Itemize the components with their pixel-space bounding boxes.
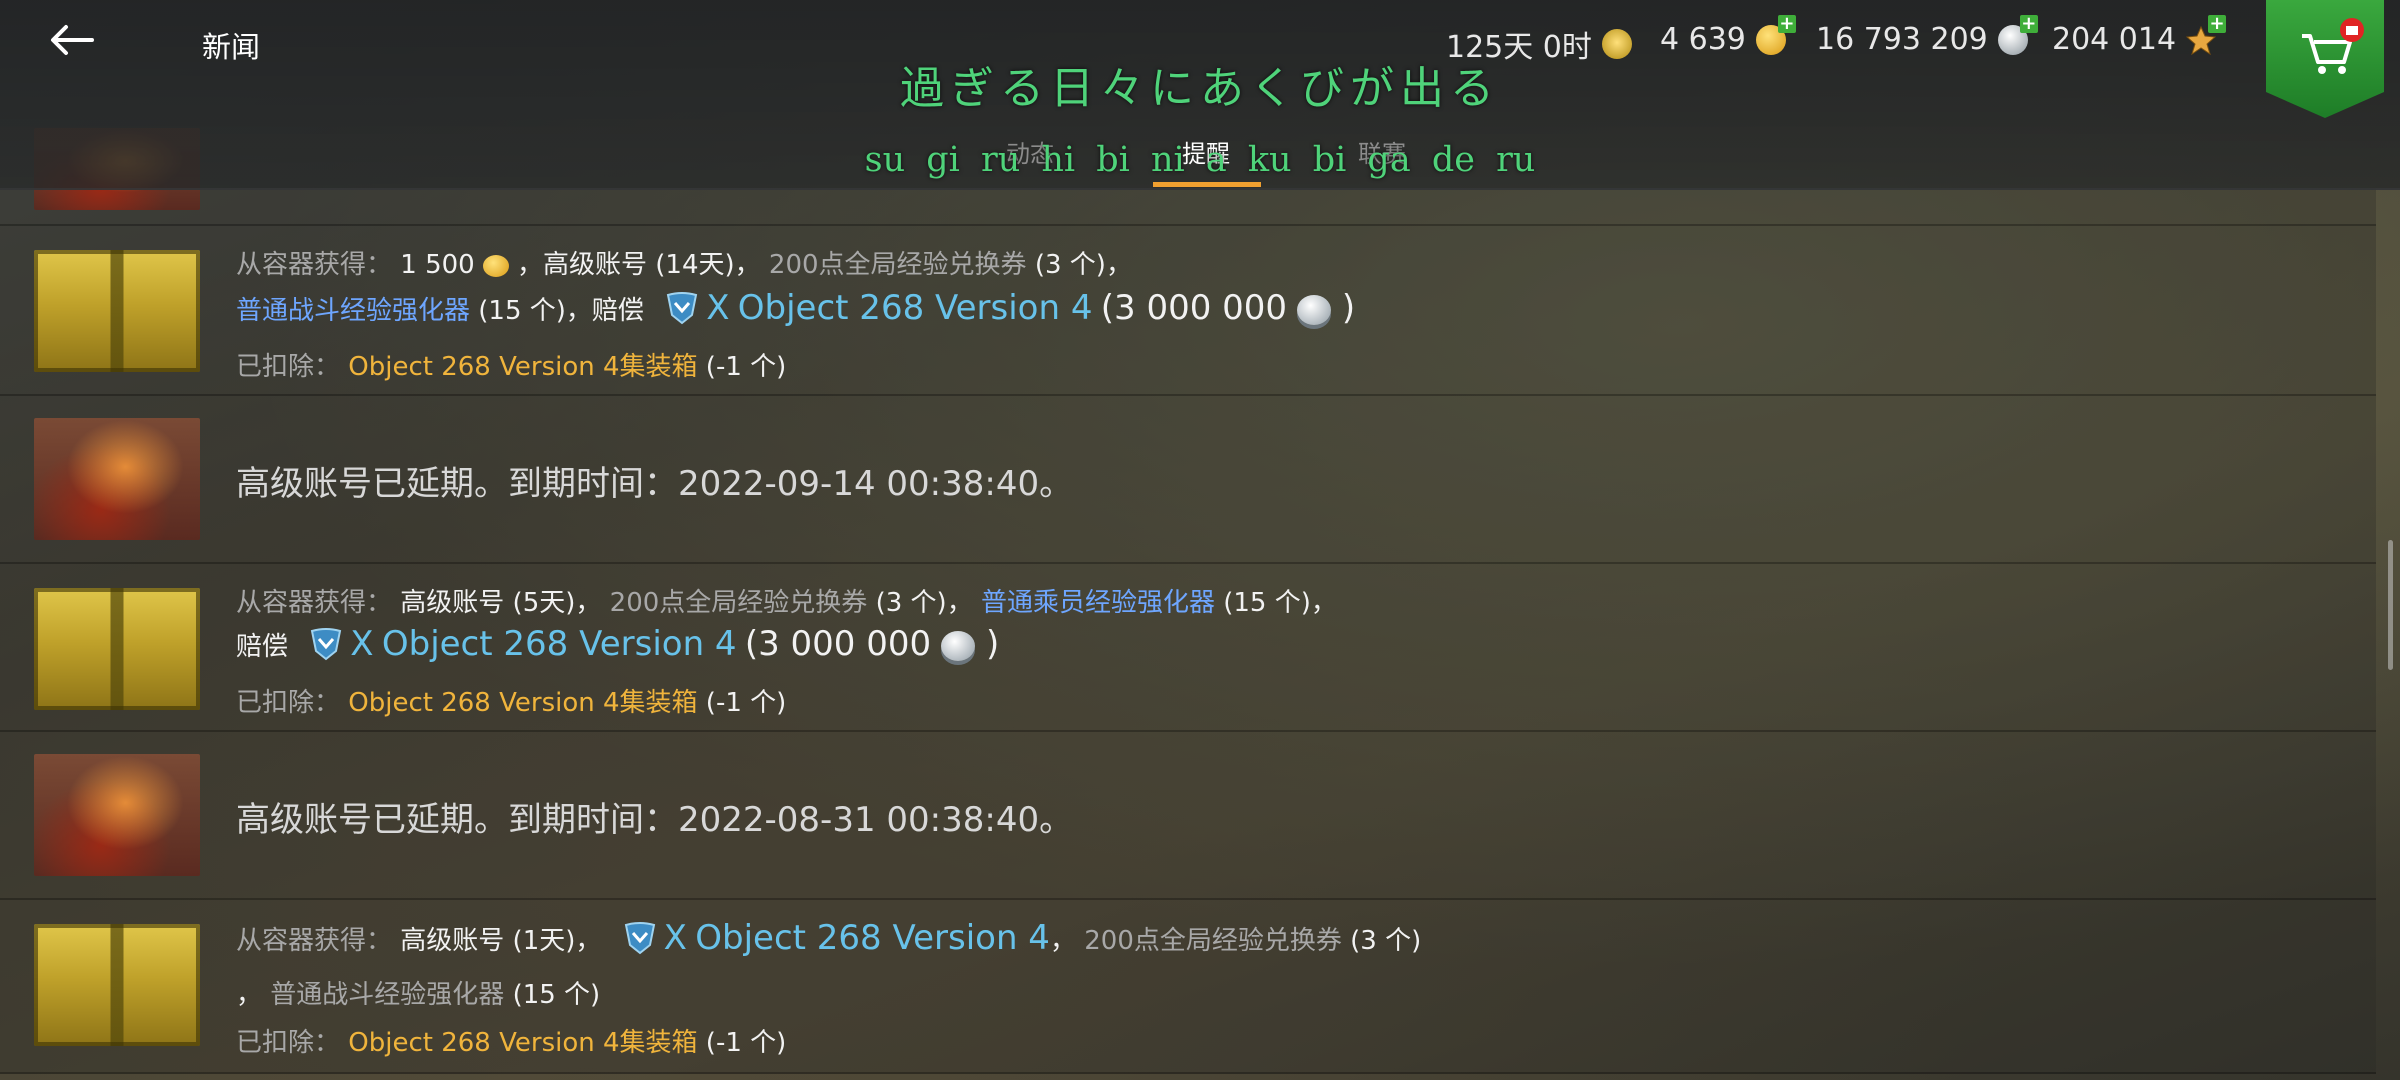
notification-line: 从容器获得： 1 500 ，高级账号 (14天)， 200点全局经验兑换券 (3… — [236, 250, 1132, 280]
list-item[interactable]: 从容器获得： 1 500 ，高级账号 (14天)， 200点全局经验兑换券 (3… — [0, 226, 2376, 396]
notification-line: ， 普通战斗经验强化器 (15 个) — [236, 980, 601, 1010]
notification-line: 普通战斗经验强化器 (15 个)，赔偿 X Object 268 Version… — [236, 288, 1355, 332]
notification-line: 已扣除： Object 268 Version 4集装箱 (-1 个) — [236, 352, 787, 382]
notification-line: 已扣除： Object 268 Version 4集装箱 (-1 个) — [236, 688, 787, 718]
tab-activity[interactable]: 动态 — [1006, 134, 1054, 169]
top-bar: 新闻 125天 0时 4 639 + 16 793 209 + 204 014 … — [0, 0, 2400, 190]
premium-extended-text: 高级账号已延期。到期时间：2022-08-31 00:38:40。 — [236, 800, 1074, 840]
gold-coin-icon — [482, 254, 509, 277]
notification-line: 从容器获得： 高级账号 (5天)， 200点全局经验兑换券 (3 个)， 普通乘… — [236, 588, 1337, 618]
back-arrow-icon — [51, 25, 94, 55]
vehicle-name: Object 268 Version 4 — [737, 288, 1093, 328]
list-item[interactable] — [0, 128, 2376, 226]
active-tab-indicator — [1153, 182, 1261, 187]
silver-coin-icon — [941, 630, 976, 661]
premium-laurel-icon — [1601, 29, 1632, 59]
premium-tank-image — [34, 754, 200, 876]
notification-line: 从容器获得： 高级账号 (1天)， X Object 268 Version 4… — [236, 918, 1421, 962]
tab-league[interactable]: 联赛 — [1358, 134, 1406, 169]
free-xp-value: 204 014 — [2052, 22, 2177, 57]
page-title: 新闻 — [202, 30, 261, 64]
gold-coin-icon: + — [1755, 14, 1796, 55]
vehicle-name: Object 268 Version 4 — [381, 624, 737, 664]
star-icon: + — [2185, 14, 2227, 55]
premium-time-stat[interactable]: 125天 0时 — [1446, 22, 1632, 66]
credits-value: 16 793 209 — [1816, 22, 1988, 57]
vehicle-tier-badge-icon — [306, 627, 346, 668]
notification-line: 已扣除： Object 268 Version 4集装箱 (-1 个) — [236, 1028, 787, 1058]
credits-stat[interactable]: 16 793 209 + — [1816, 14, 2038, 57]
vehicle-name: Object 268 Version 4 — [695, 918, 1050, 958]
notification-line: 赔偿 X Object 268 Version 4 (3 000 000 ) — [236, 624, 999, 668]
list-item[interactable]: 高级账号已延期。到期时间：2022-09-14 00:38:40。 — [0, 396, 2376, 564]
add-free-xp-icon[interactable]: + — [2208, 14, 2227, 33]
free-xp-stat[interactable]: 204 014 + — [2052, 14, 2227, 57]
vehicle-tier-badge-icon — [620, 921, 660, 962]
shop-button[interactable] — [2266, 0, 2384, 118]
silver-coin-icon — [1297, 294, 1332, 325]
list-item[interactable]: 从容器获得： 高级账号 (1天)， X Object 268 Version 4… — [0, 900, 2376, 1074]
container-crate-image — [34, 250, 200, 372]
silver-coin-icon: + — [1997, 14, 2038, 55]
vehicle-tier-badge-icon — [662, 291, 702, 332]
tab-reminders[interactable]: 提醒 — [1182, 134, 1230, 169]
scrollbar-thumb[interactable] — [2388, 540, 2393, 670]
list-item[interactable]: 从容器获得： 高级账号 (5天)， 200点全局经验兑换券 (3 个)， 普通乘… — [0, 564, 2376, 732]
add-gold-icon[interactable]: + — [1777, 14, 1796, 33]
gold-stat[interactable]: 4 639 + — [1660, 14, 1796, 57]
premium-extended-text: 高级账号已延期。到期时间：2022-09-14 00:38:40。 — [236, 464, 1074, 504]
container-crate-image — [34, 924, 200, 1046]
back-button[interactable] — [48, 18, 108, 62]
premium-time-value: 125天 0时 — [1446, 30, 1592, 65]
premium-tank-image — [34, 418, 200, 540]
gold-value: 4 639 — [1660, 22, 1746, 57]
list-item[interactable]: 高级账号已延期。到期时间：2022-08-31 00:38:40。 — [0, 732, 2376, 900]
add-credits-icon[interactable]: + — [2019, 14, 2038, 33]
cart-icon — [2302, 18, 2364, 74]
container-crate-image — [34, 588, 200, 710]
